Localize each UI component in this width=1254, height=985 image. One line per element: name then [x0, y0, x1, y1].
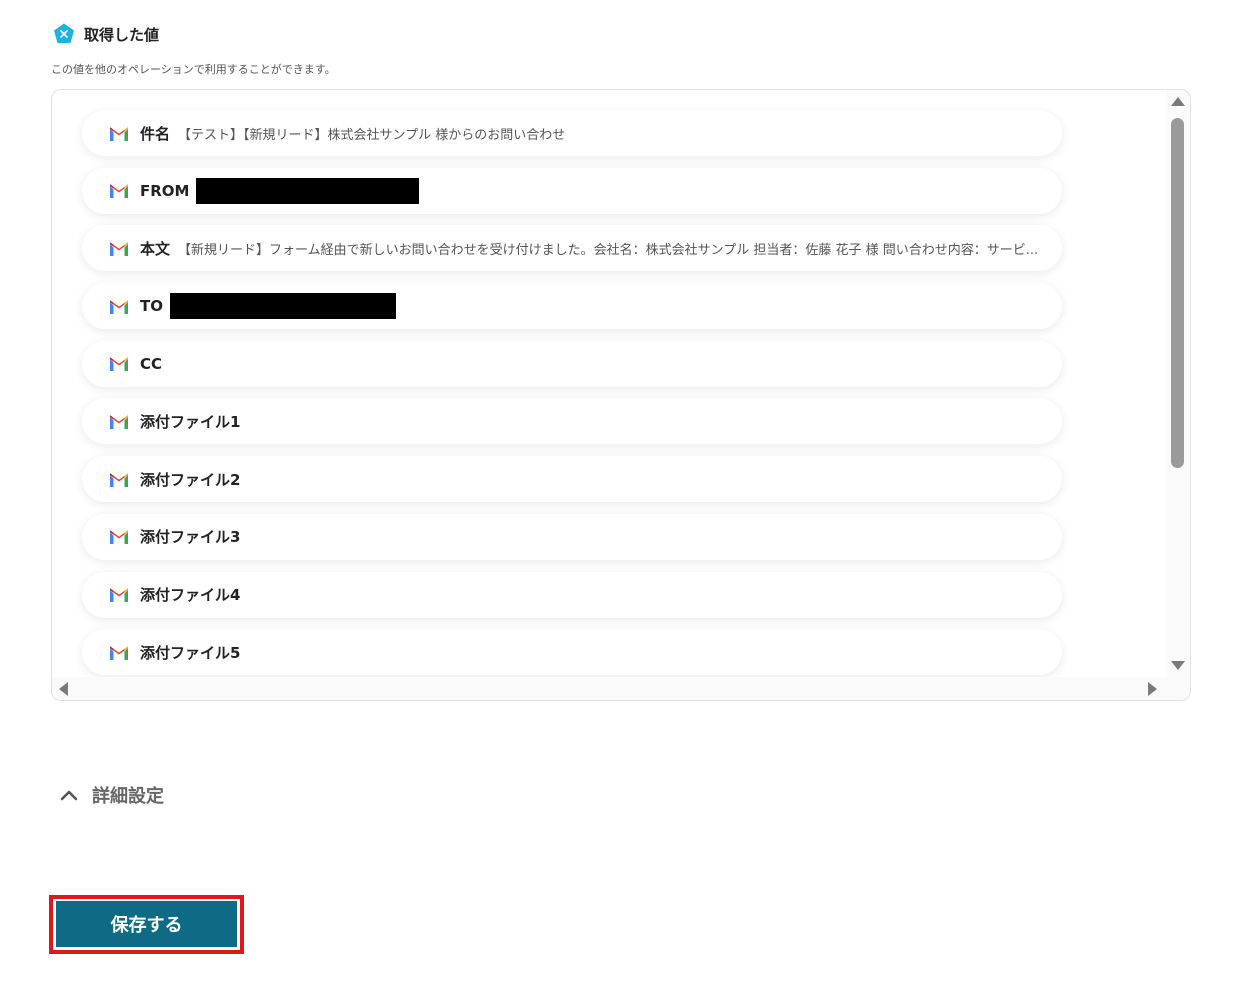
scroll-down-arrow-icon[interactable]	[1171, 661, 1185, 670]
gmail-icon	[110, 530, 128, 545]
value-pill[interactable]: 添付ファイル1	[82, 398, 1063, 445]
value-pill-label: 件名	[140, 124, 171, 143]
gmail-icon	[110, 415, 128, 429]
value-pill-label: FROM	[140, 181, 190, 200]
value-pill[interactable]: 添付ファイル5	[82, 629, 1063, 676]
save-button[interactable]: 保存する	[56, 901, 237, 947]
values-list: 件名 【テスト】【新規リード】株式会社サンプル 様からのお問い合わせ FROM 本文【…	[82, 110, 1063, 687]
gmail-icon	[110, 588, 128, 602]
redacted-value	[169, 293, 396, 320]
value-pill-label: 添付ファイル1	[140, 412, 241, 431]
gmail-icon	[110, 184, 128, 199]
horizontal-scrollbar[interactable]	[52, 677, 1168, 700]
section-description: この値を他のオペレーションで利用することができます。	[51, 63, 336, 76]
advanced-settings-toggle[interactable]: 詳細設定	[60, 782, 164, 808]
value-pill-label: TO	[140, 297, 163, 316]
chevron-up-icon	[60, 790, 78, 801]
vertical-scrollbar[interactable]	[1166, 90, 1190, 678]
value-pill[interactable]: 添付ファイル2	[82, 456, 1063, 503]
value-pill[interactable]: 件名 【テスト】【新規リード】株式会社サンプル 様からのお問い合わせ	[82, 110, 1063, 156]
value-pill-value: 【新規リード】フォーム経由で新しいお問い合わせを受け付けました。会社名：株式会社…	[178, 242, 1039, 258]
scrollbar-corner	[1166, 677, 1190, 700]
section-title: 取得した値	[84, 25, 160, 44]
value-pill-label: 添付ファイル4	[140, 586, 241, 604]
values-panel: 件名 【テスト】【新規リード】株式会社サンプル 様からのお問い合わせ FROM 本文【…	[51, 89, 1191, 701]
value-pill[interactable]: 添付ファイル4	[82, 571, 1063, 618]
gmail-icon	[110, 472, 128, 487]
value-pill[interactable]: CC	[82, 340, 1063, 387]
scroll-right-arrow-icon[interactable]	[1148, 682, 1157, 696]
x-badge-icon	[54, 23, 74, 43]
value-pill-value: 【テスト】【新規リード】株式会社サンプル 様からのお問い合わせ	[178, 127, 566, 143]
gmail-icon	[110, 242, 128, 256]
gmail-icon	[110, 357, 128, 372]
value-pill-label: 添付ファイル2	[140, 470, 241, 489]
gmail-icon	[110, 126, 128, 141]
value-pill[interactable]: 本文 【新規リード】フォーム経由で新しいお問い合わせを受け付けました。会社名：株式…	[82, 225, 1063, 272]
value-pill[interactable]: 添付ファイル3	[82, 513, 1063, 560]
gmail-icon	[110, 645, 128, 660]
advanced-settings-label: 詳細設定	[92, 786, 164, 807]
scrollbar-thumb[interactable]	[1171, 118, 1184, 468]
gmail-icon	[110, 299, 128, 314]
value-pill-label: 添付ファイル3	[140, 528, 241, 547]
section-header: 取得した値	[52, 22, 159, 46]
value-pill[interactable]: TO	[82, 283, 1063, 330]
scroll-up-arrow-icon[interactable]	[1171, 97, 1185, 106]
value-pill-label: CC	[140, 354, 163, 373]
value-pill-label: 本文	[140, 239, 171, 258]
scroll-left-arrow-icon[interactable]	[59, 682, 68, 696]
value-pill[interactable]: FROM	[82, 167, 1063, 214]
redacted-value	[196, 177, 420, 204]
value-pill-label: 添付ファイル5	[140, 643, 241, 662]
